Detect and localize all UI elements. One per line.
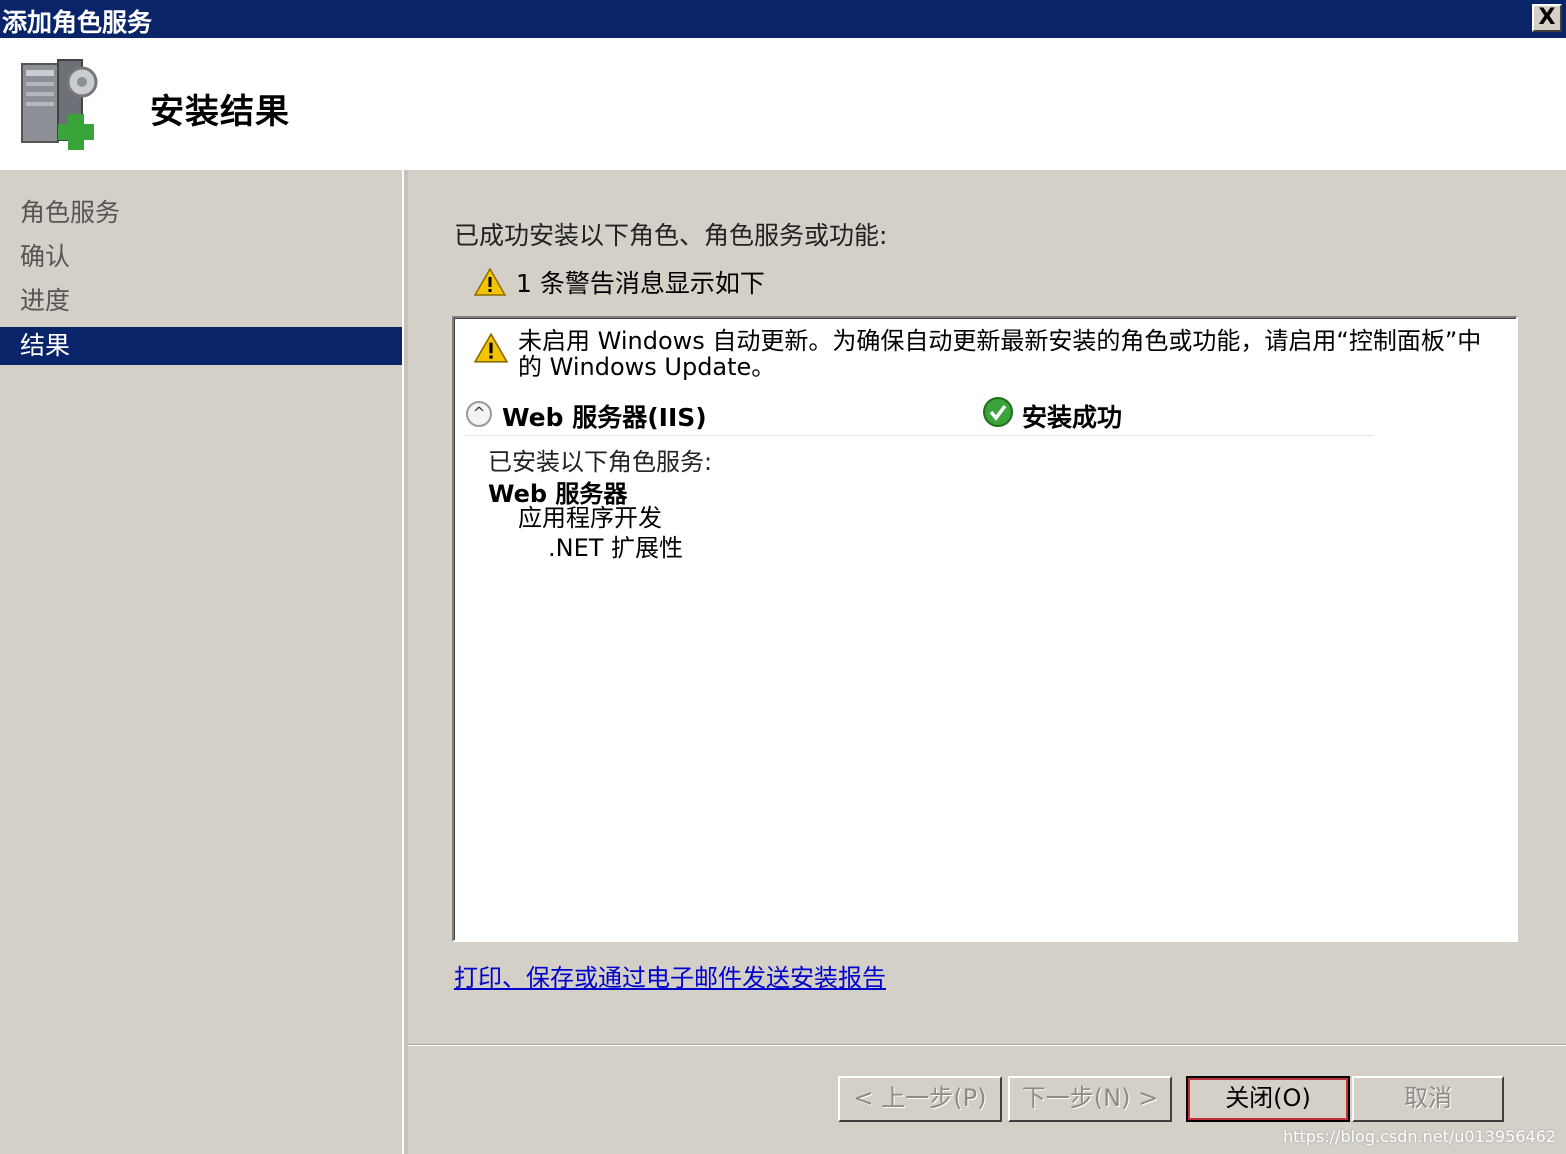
installed-services-heading: 已安装以下角色服务: bbox=[488, 448, 713, 476]
window-title: 添加角色服务 bbox=[2, 8, 153, 37]
collapse-icon[interactable]: ^ bbox=[466, 401, 492, 427]
previous-button[interactable]: < 上一步(P) bbox=[838, 1076, 1002, 1122]
wizard-header: 安装结果 bbox=[0, 38, 1566, 170]
warning-message-row: 未启用 Windows 自动更新。为确保自动更新最新安装的角色或功能，请启用“控… bbox=[474, 328, 1504, 380]
button-separator bbox=[408, 1044, 1566, 1046]
step-results[interactable]: 结果 bbox=[0, 327, 402, 365]
install-report-link[interactable]: 打印、保存或通过电子邮件发送安装报告 bbox=[454, 958, 886, 993]
server-add-icon bbox=[21, 59, 98, 150]
warning-count-text: 1 条警告消息显示如下 bbox=[516, 269, 765, 298]
watermark: https://blog.csdn.net/u013956462 bbox=[1283, 1127, 1556, 1146]
warning-icon bbox=[474, 332, 508, 363]
role-name: Web 服务器(IIS) bbox=[502, 403, 707, 432]
title-bar: 添加角色服务 X bbox=[0, 0, 1566, 38]
role-result-row: ^ Web 服务器(IIS) 安装成功 bbox=[464, 396, 1374, 436]
success-check-icon bbox=[983, 397, 1013, 427]
page-title: 安装结果 bbox=[150, 92, 290, 132]
tree-item-net-extensibility: .NET 扩展性 bbox=[548, 534, 684, 562]
step-role-services[interactable]: 角色服务 bbox=[0, 194, 402, 232]
role-status: 安装成功 bbox=[1022, 403, 1123, 432]
warning-message: 未启用 Windows 自动更新。为确保自动更新最新安装的角色或功能，请启用“控… bbox=[518, 327, 1482, 381]
summary-text: 已成功安装以下角色、角色服务或功能: bbox=[454, 221, 888, 250]
results-panel: 未启用 Windows 自动更新。为确保自动更新最新安装的角色或功能，请启用“控… bbox=[452, 316, 1518, 942]
warning-icon bbox=[474, 267, 506, 296]
cancel-button[interactable]: 取消 bbox=[1352, 1076, 1504, 1122]
close-button[interactable]: 关闭(O) bbox=[1186, 1076, 1350, 1122]
window-close-button[interactable]: X bbox=[1532, 4, 1562, 32]
wizard-steps: 角色服务 确认 进度 结果 bbox=[0, 170, 402, 1154]
step-progress[interactable]: 进度 bbox=[0, 282, 402, 320]
warning-count-line: 1 条警告消息显示如下 bbox=[474, 264, 765, 300]
next-button[interactable]: 下一步(N) > bbox=[1008, 1076, 1172, 1122]
step-confirm[interactable]: 确认 bbox=[0, 238, 402, 276]
main-content: 已成功安装以下角色、角色服务或功能: 1 条警告消息显示如下 未启用 Windo… bbox=[408, 170, 1566, 1154]
